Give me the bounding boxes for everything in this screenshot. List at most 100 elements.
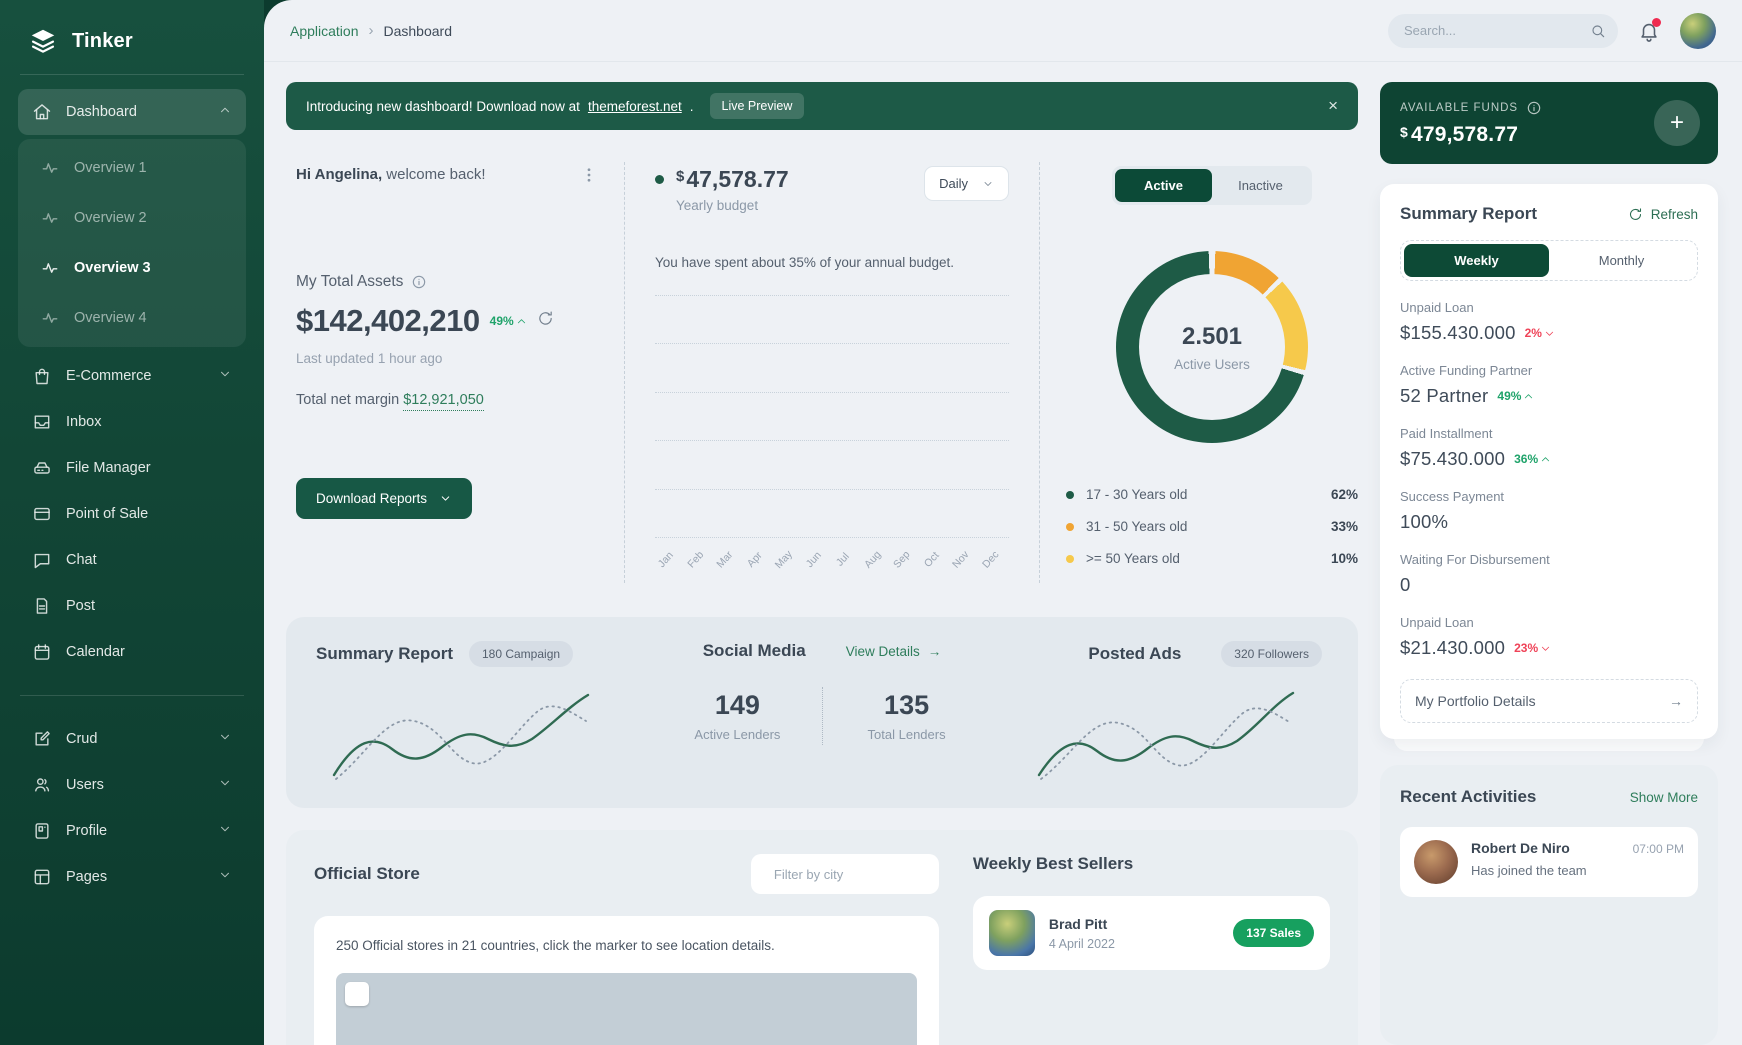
notifications-button[interactable] [1638,20,1660,42]
sidebar-item-file-manager[interactable]: File Manager [18,445,246,491]
chevron-down-icon [1540,643,1551,654]
summary-report-panel: Summary Report Refresh Weekly Monthly Un… [1380,184,1718,739]
sidebar-item-dashboard[interactable]: Dashboard [18,89,246,135]
user-avatar[interactable] [1680,13,1716,49]
sidebar-item-users[interactable]: Users [18,762,246,808]
calendar-icon [32,642,52,662]
live-preview-button[interactable]: Live Preview [710,93,805,119]
sidebar-item-calendar[interactable]: Calendar [18,629,246,675]
x-axis-label: Aug [861,548,891,578]
show-more-link[interactable]: Show More [1630,790,1698,805]
portfolio-details-button[interactable]: My Portfolio Details → [1400,679,1698,723]
activity-avatar [1414,840,1458,884]
chevron-down-icon [218,367,232,385]
tab-monthly[interactable]: Monthly [1549,244,1694,277]
recent-activities-title: Recent Activities [1400,787,1536,807]
stat-change-badge: 23% [1514,641,1551,655]
info-icon[interactable] [411,274,427,290]
x-axis-label: Jul [831,548,861,578]
total-assets-title: My Total Assets [296,273,403,291]
stat-active-funding-partner: Active Funding Partner 52 Partner 49% [1400,363,1698,407]
sidebar-item-profile[interactable]: Profile [18,808,246,854]
sidebar-item-pages[interactable]: Pages [18,854,246,900]
banner-link[interactable]: themeforest.net [588,99,682,114]
toggle-inactive[interactable]: Inactive [1212,169,1309,202]
active-lenders-stat: 149 Active Lenders [653,690,821,742]
breadcrumb-application[interactable]: Application [290,23,359,39]
layout-icon [32,867,52,887]
sidebar-item-overview-4[interactable]: Overview 4 [18,293,246,343]
active-users-donut-chart: 2.501 Active Users [1116,251,1308,443]
tab-weekly[interactable]: Weekly [1404,244,1549,277]
x-axis-label: Apr [743,548,773,578]
topbar: Application › Dashboard [264,0,1742,62]
side-column: AVAILABLE FUNDS $479,578.77 + Summary Re… [1380,82,1718,1045]
page-body: Introducing new dashboard! Download now … [264,62,1742,1045]
pulse-icon [40,208,60,228]
sidebar-item-label: Crud [66,731,204,747]
download-reports-button[interactable]: Download Reports [296,478,472,519]
sidebar-item-overview-1[interactable]: Overview 1 [18,143,246,193]
map-zoom-control[interactable] [345,982,369,1006]
view-details-link[interactable]: View Details→ [846,644,942,659]
brand[interactable]: Tinker [18,18,246,74]
sidebar-item-point-of-sale[interactable]: Point of Sale [18,491,246,537]
chevron-up-icon [1523,391,1534,402]
add-funds-button[interactable]: + [1654,100,1700,146]
sidebar-item-ecommerce[interactable]: E-Commerce [18,353,246,399]
active-inactive-toggle: Active Inactive [1112,166,1312,205]
sidebar-item-label: E-Commerce [66,368,204,384]
close-icon[interactable]: × [1328,96,1338,116]
activity-text: Has joined the team [1471,863,1684,878]
city-filter[interactable] [751,854,939,894]
banner-text: Introducing new dashboard! Download now … [306,99,580,114]
refresh-icon[interactable] [537,310,554,332]
active-users-value: 2.501 [1182,323,1242,351]
sidebar-item-overview-2[interactable]: Overview 2 [18,193,246,243]
sidebar-item-label: Overview 2 [74,210,232,226]
sidebar-divider [20,74,244,75]
info-icon[interactable] [1526,100,1542,116]
sidebar-item-label: File Manager [66,460,232,476]
funds-label: AVAILABLE FUNDS [1400,102,1518,114]
sidebar-divider [20,695,244,696]
store-map[interactable] [336,973,917,1045]
announcement-banner: Introducing new dashboard! Download now … [286,82,1358,130]
breadcrumb: Application › Dashboard [290,22,452,39]
campaign-summary-block: Summary Report 180 Campaign [316,641,653,788]
refresh-button[interactable]: Refresh [1628,207,1698,222]
sidebar-item-label: Dashboard [66,104,204,120]
social-media-title: Social Media [703,641,806,661]
edit-icon [32,729,52,749]
followers-badge: 320 Followers [1221,641,1322,667]
sidebar-item-label: Overview 3 [74,260,232,276]
chat-bubble-icon [32,550,52,570]
sidebar-item-overview-3[interactable]: Overview 3 [18,243,246,293]
sidebar-item-chat[interactable]: Chat [18,537,246,583]
period-select[interactable]: Daily [924,166,1009,201]
yearly-budget-label: Yearly budget [676,198,789,213]
search-input[interactable] [1404,23,1590,38]
sidebar-item-inbox[interactable]: Inbox [18,399,246,445]
chevron-down-icon [218,822,232,840]
net-margin-value[interactable]: $12,921,050 [403,392,484,411]
app-root: Tinker Dashboard Overview 1 Overview 2 O… [0,0,1742,1045]
sidebar-item-post[interactable]: Post [18,583,246,629]
seller-date: 4 April 2022 [1049,937,1115,951]
city-filter-input[interactable] [774,867,950,882]
toggle-active[interactable]: Active [1115,169,1212,202]
search-bar[interactable] [1388,14,1618,48]
activity-card[interactable]: Robert De Niro 07:00 PM Has joined the t… [1400,827,1698,897]
main-area: Application › Dashboard Intr [264,0,1742,1045]
total-lenders-stat: 135 Total Lenders [823,690,991,742]
social-media-block: Social Media View Details→ 149 Active Le… [653,641,990,788]
banner-suffix: . [690,99,694,114]
active-users-label: Active Users [1174,357,1250,372]
kebab-menu-icon[interactable] [580,166,598,189]
sidebar-item-crud[interactable]: Crud [18,716,246,762]
chevron-up-icon [1540,454,1551,465]
x-axis-label: Feb [684,548,714,578]
seller-card[interactable]: Brad Pitt 4 April 2022 137 Sales [973,896,1330,970]
assets-change-badge: 49% [490,314,527,328]
sidebar: Tinker Dashboard Overview 1 Overview 2 O… [0,0,264,1045]
